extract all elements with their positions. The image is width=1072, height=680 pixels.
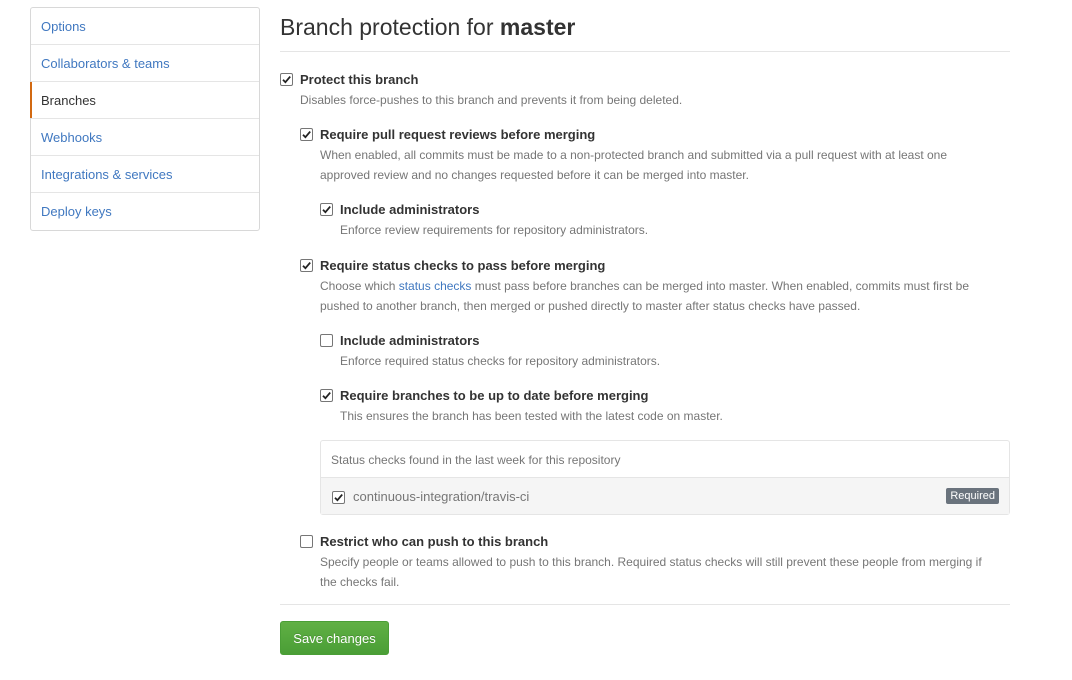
checkmark-icon [302,131,311,139]
status-include-admins-option: Include administrators Enforce required … [320,333,1000,371]
require-reviews-option: Require pull request reviews before merg… [300,127,1000,185]
main-content: Branch protection for master Protect thi… [280,0,1010,655]
restrict-push-desc: Specify people or teams allowed to push … [320,555,982,589]
status-check-checkbox[interactable] [332,491,345,504]
reviews-include-admins-label: Include administrators [340,202,480,217]
reviews-include-admins-checkbox[interactable] [320,203,333,216]
status-check-name: continuous-integration/travis-ci [353,489,530,504]
require-reviews-label: Require pull request reviews before merg… [320,127,596,142]
sidebar-item-branches[interactable]: Branches [30,82,259,119]
sidebar-item-integrations[interactable]: Integrations & services [31,156,259,193]
up-to-date-option: Require branches to be up to date before… [320,388,1000,426]
protect-branch-checkbox[interactable] [280,73,293,86]
reviews-include-admins-option: Include administrators Enforce review re… [320,202,1000,240]
checkmark-icon [302,262,311,270]
status-checks-desc-before: Choose which [320,279,399,293]
save-changes-button[interactable]: Save changes [280,621,389,655]
required-badge: Required [946,488,999,504]
checkmark-icon [334,494,343,502]
sidebar-item-deploy-keys[interactable]: Deploy keys [31,193,259,230]
restrict-push-checkbox[interactable] [300,535,313,548]
status-include-admins-desc: Enforce required status checks for repos… [340,354,661,368]
require-reviews-checkbox[interactable] [300,128,313,141]
sidebar-item-options[interactable]: Options [31,8,259,45]
protect-branch-option: Protect this branch Disables force-pushe… [280,72,1010,110]
sidebar-item-collaborators[interactable]: Collaborators & teams [31,45,259,82]
status-include-admins-label: Include administrators [340,333,480,348]
require-status-checks-checkbox[interactable] [300,259,313,272]
protect-branch-label: Protect this branch [300,72,419,87]
status-checks-link[interactable]: status checks [399,279,472,293]
up-to-date-checkbox[interactable] [320,389,333,402]
status-checks-list: Status checks found in the last week for… [320,440,1010,515]
up-to-date-label: Require branches to be up to date before… [340,388,649,403]
checkmark-icon [282,76,291,84]
title-prefix: Branch protection for [280,14,494,40]
up-to-date-desc: This ensures the branch has been tested … [340,409,723,423]
require-status-checks-label: Require status checks to pass before mer… [320,258,606,273]
require-status-checks-desc: Choose which status checks must pass bef… [320,276,1000,316]
page-title: Branch protection for master [280,0,1010,52]
require-reviews-desc: When enabled, all commits must be made t… [320,148,948,182]
reviews-include-admins-desc: Enforce review requirements for reposito… [340,223,649,237]
title-branch: master [499,14,576,40]
restrict-push-label: Restrict who can push to this branch [320,534,549,549]
restrict-push-option: Restrict who can push to this branch Spe… [300,534,1000,592]
status-checks-header: Status checks found in the last week for… [321,441,1009,478]
status-check-item: continuous-integration/travis-ci Require… [321,478,1009,514]
protect-branch-desc: Disables force-pushes to this branch and… [300,93,683,107]
settings-sidebar: Options Collaborators & teams Branches W… [30,7,260,231]
status-include-admins-checkbox[interactable] [320,334,333,347]
form-divider [280,604,1010,605]
checkmark-icon [322,392,331,400]
require-status-checks-option: Require status checks to pass before mer… [300,258,1000,316]
sidebar-item-webhooks[interactable]: Webhooks [31,119,259,156]
checkmark-icon [322,206,331,214]
